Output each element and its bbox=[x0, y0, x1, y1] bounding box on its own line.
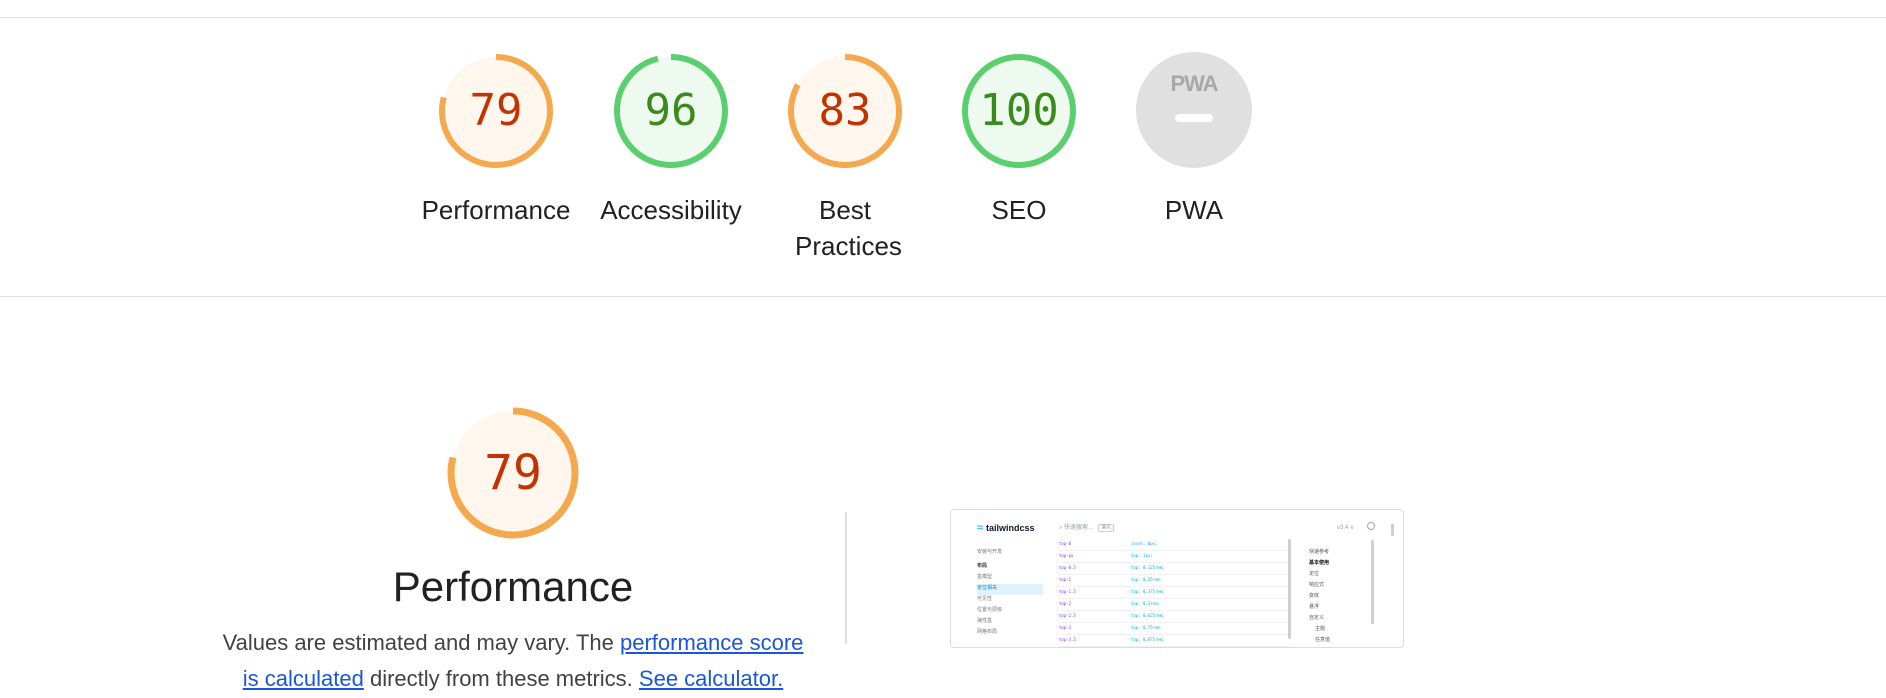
thumb-table-row: top-1 top: 0.25rem; bbox=[1059, 575, 1289, 587]
thumb-sidebar-item: 可见性 bbox=[977, 596, 993, 602]
thumb-class-value: inset: 0px; bbox=[1131, 541, 1158, 546]
thumb-class-name: top-3.5 bbox=[1059, 637, 1076, 642]
gauge-pwa[interactable]: PWA PWA bbox=[1109, 52, 1279, 228]
tailwind-logo-icon: ≈ bbox=[977, 522, 984, 534]
thumb-sidebar-item: 盒模型 bbox=[977, 574, 993, 580]
gauge-ring: 100 bbox=[960, 52, 1078, 170]
thumb-scrollbar bbox=[1371, 540, 1374, 624]
vertical-divider bbox=[845, 512, 847, 644]
thumb-toc-item: 基本使用 bbox=[1309, 560, 1330, 566]
thumb-class-value: top: 1px; bbox=[1131, 553, 1153, 558]
thumb-toc-item: 主题 bbox=[1315, 626, 1326, 632]
thumb-class-value: top: 0.375rem; bbox=[1131, 589, 1165, 594]
see-calculator-link[interactable]: See calculator. bbox=[639, 666, 783, 691]
thumb-toc-item: 任意值 bbox=[1315, 637, 1331, 643]
thumb-toc-item: 悬浮 bbox=[1309, 604, 1320, 610]
gauge-label: Best Practices bbox=[795, 195, 902, 261]
thumb-table-row: top-2.5 top: 0.625rem; bbox=[1059, 611, 1289, 623]
gauge-ring: 79 bbox=[437, 52, 555, 170]
thumb-sidebar-item: 定位相关 bbox=[977, 584, 1043, 595]
top-divider bbox=[0, 17, 1886, 18]
thumb-table-row: top-1.5 top: 0.375rem; bbox=[1059, 587, 1289, 599]
section-divider bbox=[0, 296, 1886, 297]
gauge-label: Accessibility bbox=[600, 195, 742, 225]
thumb-toc: 快速参考基本使用定位响应式变体悬浮自定义主题任意值 bbox=[1309, 548, 1375, 647]
thumb-table-row: top-2 top: 0.5rem; bbox=[1059, 599, 1289, 611]
gauge-ring: 83 bbox=[786, 52, 904, 170]
thumb-class-name: top-px bbox=[1059, 553, 1074, 558]
thumb-table-row: top-0 inset: 0px; bbox=[1059, 539, 1289, 551]
performance-title: Performance bbox=[392, 563, 634, 610]
thumb-class-value: top: 0.5rem; bbox=[1131, 601, 1160, 606]
thumb-table-row: top-4top: 1rem; bbox=[1059, 647, 1289, 648]
gauge-label: Performance bbox=[421, 195, 571, 225]
thumb-class-name: top-1.5 bbox=[1059, 589, 1076, 594]
thumb-toc-item: 快速参考 bbox=[1309, 549, 1330, 555]
gauge-best-practices[interactable]: 83 Best Practices bbox=[760, 52, 930, 264]
gauge-score: 83 bbox=[818, 85, 872, 136]
thumb-class-name: top-3 bbox=[1059, 625, 1072, 630]
thumb-table: top-0 inset: 0px; top-px top: 1px; top-0.5 to… bbox=[1059, 539, 1289, 648]
thumb-toc-item: 定位 bbox=[1309, 571, 1320, 577]
gauge-accessibility[interactable]: 96 Accessibility bbox=[586, 52, 756, 228]
performance-gauge: 79 bbox=[447, 407, 579, 539]
gauge-seo[interactable]: 100 SEO bbox=[934, 52, 1104, 228]
thumb-scrollbar bbox=[1288, 539, 1291, 639]
thumb-class-value: top: 0.75rem; bbox=[1131, 625, 1163, 630]
thumb-table-row: top-3.5 top: 0.875rem; bbox=[1059, 635, 1289, 647]
thumb-class-name: top-0 bbox=[1059, 541, 1072, 546]
description-text: directly from these metrics. bbox=[363, 666, 639, 691]
thumb-toc-item: 响应式 bbox=[1309, 582, 1325, 588]
thumb-class-value: top: 0.875rem; bbox=[1131, 637, 1165, 642]
pwa-logo-icon: PWA bbox=[1170, 71, 1218, 96]
thumb-sidebar-item: 网格布局 bbox=[977, 629, 998, 635]
gauge-performance[interactable]: 79 Performance bbox=[411, 52, 581, 228]
thumb-class-name: top-0.5 bbox=[1059, 565, 1076, 570]
gauge-score: 100 bbox=[979, 85, 1059, 136]
thumb-scrollbar bbox=[1391, 524, 1394, 536]
thumb-sidebar-item: 位置与层级 bbox=[977, 607, 1003, 613]
description-text: Values are estimated and may vary. The bbox=[222, 630, 620, 655]
thumb-sidebar: 安装与开发布局盒模型定位相关 可见性位置与层级弹性盒网格布局 bbox=[977, 548, 1043, 639]
thumb-class-value: top: 0.125rem; bbox=[1131, 565, 1165, 570]
thumb-class-name: top-1 bbox=[1059, 577, 1072, 582]
thumb-toc-item: 变体 bbox=[1309, 593, 1320, 599]
thumb-sidebar-item: 安装与开发 bbox=[977, 549, 1003, 555]
pwa-badge: PWA bbox=[1136, 52, 1252, 168]
gauge-ring: 96 bbox=[612, 52, 730, 170]
final-screenshot[interactable]: ≈ tailwindcss ⌕ 快速搜索… ⌘K v3.4 ∨ 安装与开发布局盒模型… bbox=[950, 509, 1404, 648]
thumb-table-row: top-px top: 1px; bbox=[1059, 551, 1289, 563]
gauge-score: 96 bbox=[644, 85, 698, 136]
gauge-score: 79 bbox=[469, 85, 523, 136]
thumb-toc-item: 自定义 bbox=[1309, 615, 1325, 621]
gauge-label: SEO bbox=[991, 195, 1047, 225]
thumb-class-name: top-2.5 bbox=[1059, 613, 1076, 618]
gauge-label: PWA bbox=[1164, 195, 1224, 225]
thumb-sidebar-item: 布局 bbox=[977, 563, 988, 569]
thumb-class-value: top: 0.25rem; bbox=[1131, 577, 1163, 582]
thumb-class-value: top: 0.625rem; bbox=[1131, 613, 1165, 618]
thumb-search: ⌕ 快速搜索… ⌘K bbox=[1059, 522, 1115, 532]
pwa-dash-icon bbox=[1175, 114, 1213, 122]
performance-description: Values are estimated and may vary. The p… bbox=[213, 625, 813, 697]
thumb-version: v3.4 ∨ bbox=[1337, 525, 1355, 531]
thumb-class-name: top-2 bbox=[1059, 601, 1072, 606]
thumb-sidebar-item: 弹性盒 bbox=[977, 618, 993, 624]
github-icon bbox=[1367, 522, 1375, 530]
thumb-table-row: top-0.5 top: 0.125rem; bbox=[1059, 563, 1289, 575]
performance-score: 79 bbox=[484, 445, 542, 501]
thumb-table-row: top-3 top: 0.75rem; bbox=[1059, 623, 1289, 635]
thumb-logo: ≈ tailwindcss bbox=[977, 522, 1035, 534]
